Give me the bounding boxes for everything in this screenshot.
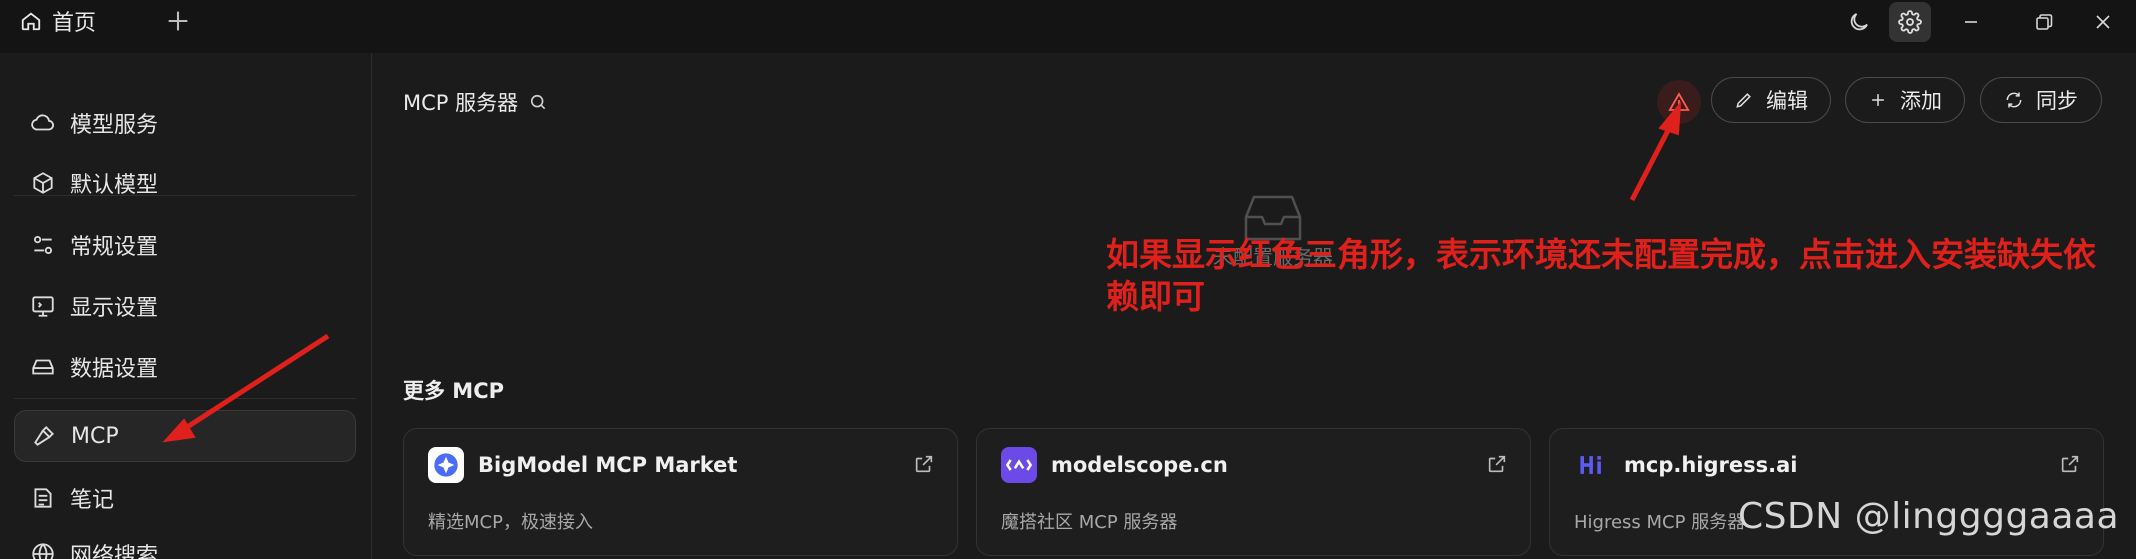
add-button-label: 添加 (1900, 89, 1942, 113)
close-button[interactable] (2082, 2, 2124, 42)
page-title-text: MCP 服务器 (403, 91, 519, 115)
sync-button-label: 同步 (2036, 89, 2078, 113)
environment-warning-button[interactable] (1657, 80, 1701, 124)
gear-icon (1898, 10, 1922, 34)
sidebar-item-default-model[interactable]: 默认模型 (14, 157, 356, 209)
globe-icon (32, 543, 54, 559)
search-icon[interactable] (528, 92, 548, 112)
watermark: CSDN @linggggaaaa (1738, 496, 2120, 537)
close-icon (2096, 15, 2110, 29)
sidebar-item-label: 常规设置 (70, 235, 159, 260)
title-bar: 首页 (0, 0, 2136, 53)
plus-icon (168, 11, 188, 31)
sidebar-item-label: 网络搜索 (70, 544, 159, 559)
sidebar-item-label: 模型服务 (70, 113, 159, 138)
card-name: mcp.higress.ai (1624, 453, 1798, 477)
new-tab-button[interactable] (164, 7, 192, 35)
restore-button[interactable] (2023, 2, 2065, 42)
sidebar-divider (14, 195, 356, 196)
cube-icon (33, 172, 53, 194)
sidebar-item-data-settings[interactable]: 数据设置 (14, 341, 356, 393)
add-button[interactable]: 添加 (1845, 77, 1965, 123)
restore-icon (2036, 14, 2053, 30)
card-name: modelscope.cn (1051, 453, 1228, 477)
sidebar-item-label: 数据设置 (70, 357, 159, 382)
annotation-note: 如果显示红色三角形，表示环境还未配置完成，点击进入安装缺失依赖即可 (1106, 235, 2096, 316)
sidebar-item-web-search[interactable]: 网络搜索 (14, 528, 356, 559)
sidebar-item-model-service[interactable]: 模型服务 (14, 97, 356, 149)
monitor-icon (32, 296, 54, 317)
external-link-icon[interactable] (2059, 453, 2081, 475)
modelscope-logo (1001, 447, 1037, 483)
sidebar-item-label: MCP (71, 423, 119, 449)
sidebar-divider (14, 398, 356, 399)
home-icon (21, 12, 41, 31)
minimize-button[interactable] (1950, 2, 1992, 42)
hammer-icon (34, 426, 54, 446)
pencil-icon (1736, 93, 1751, 108)
tab-home[interactable]: 首页 (20, 0, 96, 42)
card-name: BigModel MCP Market (478, 453, 738, 477)
external-link-icon[interactable] (913, 453, 935, 475)
settings-sidebar: 模型服务 默认模型 常规设置 显示设置 数据设置 MCP 笔记 网络搜索 (0, 53, 372, 559)
sync-button[interactable]: 同步 (1980, 77, 2102, 123)
moon-icon (1850, 13, 1868, 31)
drive-icon (32, 359, 54, 375)
card-description: 精选MCP，极速接入 (428, 512, 593, 533)
card-description: Higress MCP 服务器 (1574, 512, 1746, 533)
mcp-card-modelscope[interactable]: modelscope.cn 魔搭社区 MCP 服务器 (976, 428, 1531, 556)
refresh-icon (2006, 92, 2022, 108)
page-title: MCP 服务器 (403, 87, 548, 117)
edit-button-label: 编辑 (1766, 89, 1808, 113)
mcp-card-bigmodel[interactable]: BigModel MCP Market 精选MCP，极速接入 (403, 428, 958, 556)
sidebar-item-notes[interactable]: 笔记 (14, 472, 356, 524)
card-description: 魔搭社区 MCP 服务器 (1001, 512, 1178, 533)
sidebar-item-label: 显示设置 (70, 296, 159, 321)
settings-button[interactable] (1889, 2, 1931, 42)
sidebar-item-general-settings[interactable]: 常规设置 (14, 219, 356, 271)
edit-button[interactable]: 编辑 (1711, 77, 1831, 123)
sidebar-item-display-settings[interactable]: 显示设置 (14, 280, 356, 332)
note-icon (34, 488, 52, 508)
bigmodel-logo (428, 447, 464, 483)
theme-toggle-button[interactable] (1838, 2, 1880, 42)
sidebar-item-mcp[interactable]: MCP (14, 410, 356, 462)
higress-logo (1574, 447, 1610, 483)
more-mcp-title: 更多 MCP (403, 379, 505, 403)
sliders-icon (33, 235, 53, 255)
cloud-icon (31, 114, 54, 131)
external-link-icon[interactable] (1486, 453, 1508, 475)
plus-icon (1872, 94, 1884, 106)
warning-triangle-icon (1668, 92, 1690, 111)
minimize-icon (1965, 21, 1977, 23)
sidebar-item-label: 笔记 (70, 488, 115, 513)
tab-label: 首页 (52, 11, 97, 36)
